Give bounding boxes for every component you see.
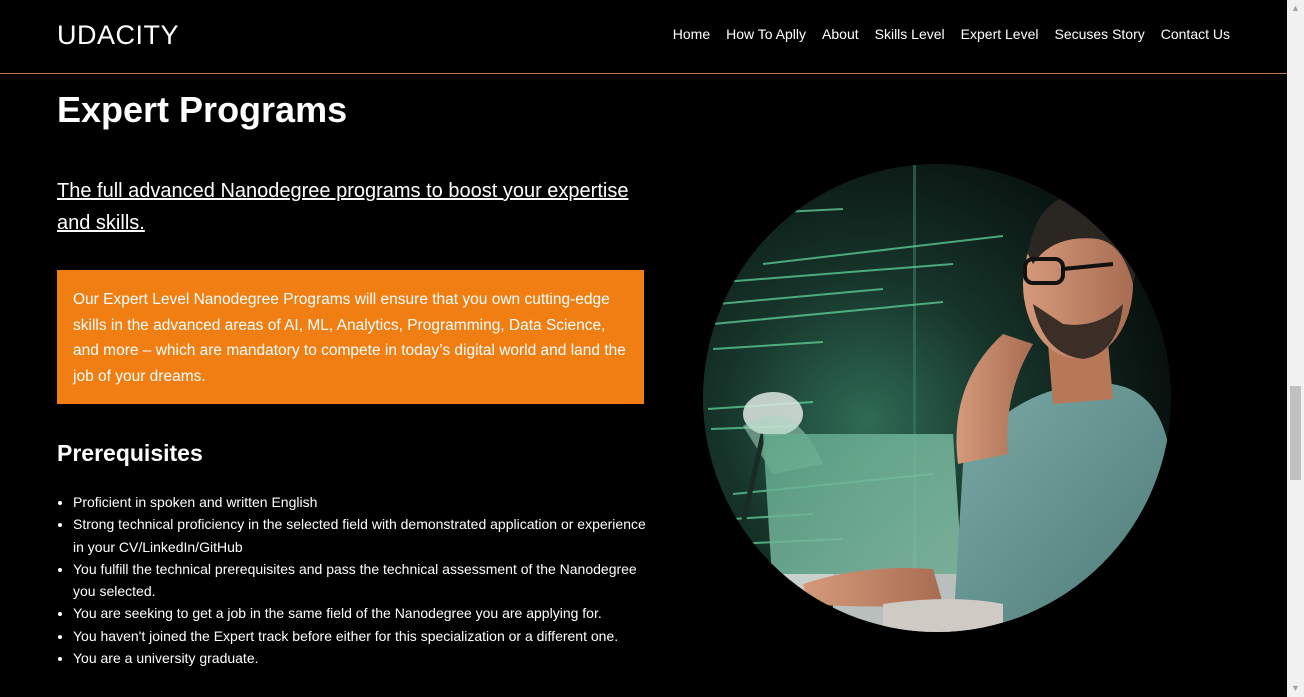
nav-about[interactable]: About — [822, 26, 859, 42]
list-item: You are seeking to get a job in the same… — [73, 602, 653, 624]
hero-image — [703, 164, 1171, 632]
nav-how-to-apply[interactable]: How To Aplly — [726, 26, 806, 42]
brand-logo[interactable]: UDACITY — [57, 20, 179, 51]
list-item: You are a university graduate. — [73, 647, 653, 669]
nav-home[interactable]: Home — [673, 26, 710, 42]
scroll-up-icon[interactable]: ▲ — [1287, 0, 1304, 17]
developer-at-laptop-photo — [703, 164, 1171, 632]
top-navbar: UDACITY Home How To Aplly About Skills L… — [0, 0, 1287, 74]
list-item: Proficient in spoken and written English — [73, 491, 653, 513]
callout-box: Our Expert Level Nanodegree Programs wil… — [57, 270, 644, 404]
page-title: Expert Programs — [57, 89, 348, 130]
prerequisites-heading: Prerequisites — [57, 440, 203, 466]
subtitle-link[interactable]: The full advanced Nanodegree programs to… — [57, 175, 647, 239]
list-item: You haven't joined the Expert track befo… — [73, 625, 653, 647]
list-item: You fulfill the technical prerequisites … — [73, 558, 653, 603]
scrollbar-thumb[interactable] — [1290, 386, 1301, 480]
vertical-scrollbar[interactable]: ▲ ▼ — [1287, 0, 1304, 697]
nav-success-story[interactable]: Secuses Story — [1054, 26, 1144, 42]
scroll-down-icon[interactable]: ▼ — [1287, 680, 1304, 697]
nav-expert-level[interactable]: Expert Level — [961, 26, 1039, 42]
nav-skills-level[interactable]: Skills Level — [875, 26, 945, 42]
list-item: Strong technical proficiency in the sele… — [73, 513, 653, 558]
prerequisites-list: Proficient in spoken and written English… — [57, 491, 653, 669]
nav-contact-us[interactable]: Contact Us — [1161, 26, 1230, 42]
main-nav: Home How To Aplly About Skills Level Exp… — [673, 26, 1230, 42]
page: UDACITY Home How To Aplly About Skills L… — [0, 0, 1304, 697]
